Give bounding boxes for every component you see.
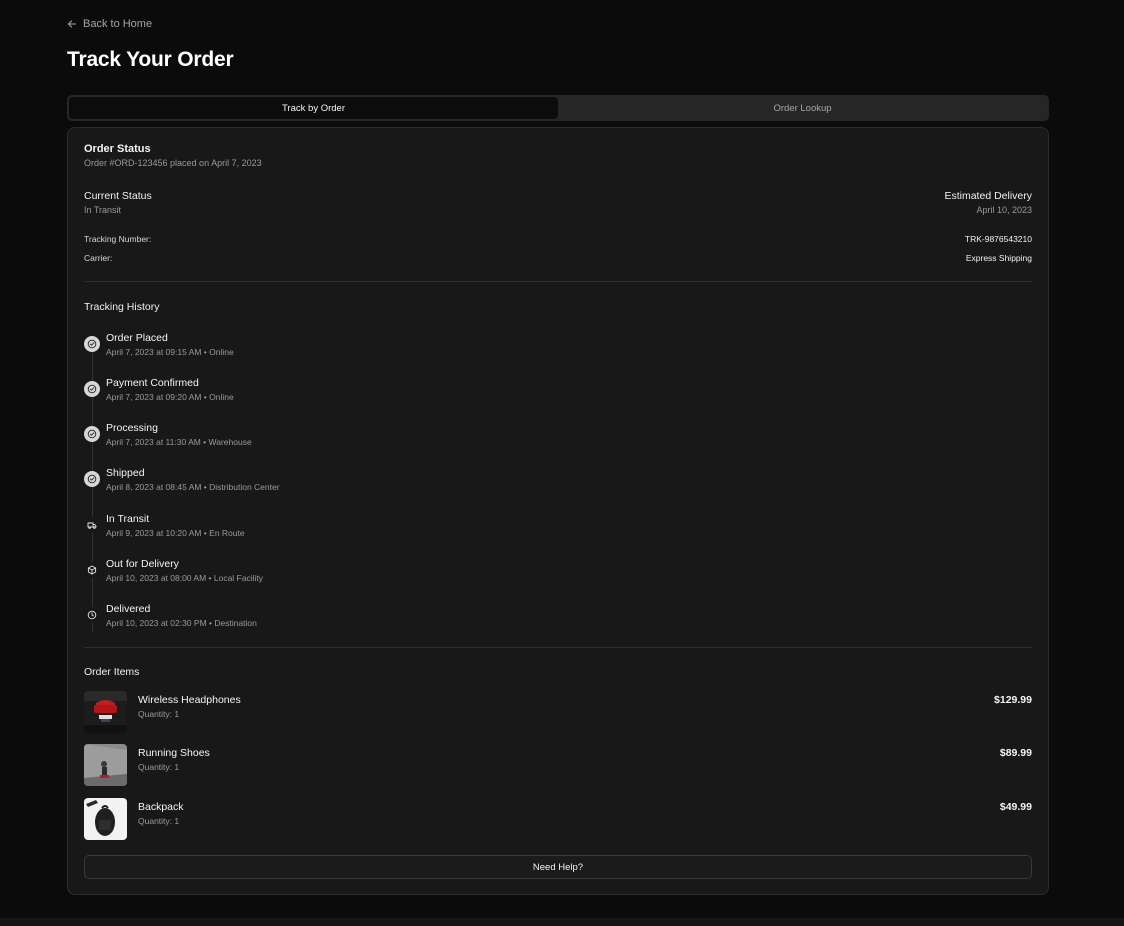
event-meta: April 7, 2023 at 09:20 AM • Online xyxy=(106,392,234,402)
estimated-delivery-label: Estimated Delivery xyxy=(944,190,1032,202)
back-link-label: Back to Home xyxy=(83,18,153,30)
timeline-event: Shipped April 8, 2023 at 08:45 AM • Dist… xyxy=(84,467,584,507)
package-icon xyxy=(84,562,100,578)
check-circle-icon xyxy=(84,426,100,442)
tracking-number-value: TRK-9876543210 xyxy=(964,234,1032,244)
order-summary: Order #ORD-123456 placed on April 7, 202… xyxy=(84,158,262,168)
event-title: Payment Confirmed xyxy=(106,377,199,389)
running-shoes-thumbnail xyxy=(84,744,127,786)
event-title: In Transit xyxy=(106,513,150,525)
page-title: Track Your Order xyxy=(67,48,234,71)
item-name: Wireless Headphones xyxy=(138,694,241,706)
item-price: $89.99 xyxy=(999,747,1032,759)
tracking-number-label: Tracking Number: xyxy=(84,234,152,244)
order-item: Running Shoes Quantity: 1 $89.99 xyxy=(84,744,1032,788)
order-item: Wireless Headphones Quantity: 1 $129.99 xyxy=(84,691,1032,735)
estimated-delivery-value: April 10, 2023 xyxy=(976,205,1032,215)
item-price: $49.99 xyxy=(999,801,1032,813)
item-quantity: Quantity: 1 xyxy=(138,762,180,772)
order-items-heading: Order Items xyxy=(84,666,140,678)
page: Back to Home Track Your Order Track by O… xyxy=(0,0,1124,926)
check-circle-icon xyxy=(84,336,100,352)
event-meta: April 10, 2023 at 02:30 PM • Destination xyxy=(106,618,257,628)
current-status-label: Current Status xyxy=(84,190,152,202)
item-quantity: Quantity: 1 xyxy=(138,709,180,719)
divider xyxy=(84,281,1032,282)
event-title: Order Placed xyxy=(106,332,168,344)
tab-list: Track by Order Order Lookup xyxy=(67,95,1049,121)
timeline-event: In Transit April 9, 2023 at 10:20 AM • E… xyxy=(84,513,584,553)
event-title: Out for Delivery xyxy=(106,558,179,570)
need-help-button[interactable]: Need Help? xyxy=(84,855,1032,879)
event-meta: April 9, 2023 at 10:20 AM • En Route xyxy=(106,528,245,538)
backpack-thumbnail xyxy=(84,798,127,840)
timeline-event: Payment Confirmed April 7, 2023 at 09:20… xyxy=(84,377,584,417)
back-to-home-link[interactable]: Back to Home xyxy=(67,18,152,30)
clock-icon xyxy=(84,607,100,623)
event-title: Processing xyxy=(106,422,158,434)
event-meta: April 7, 2023 at 11:30 AM • Warehouse xyxy=(106,437,252,447)
order-status-heading: Order Status xyxy=(84,143,151,155)
arrow-left-icon xyxy=(67,20,77,28)
timeline-event: Processing April 7, 2023 at 11:30 AM • W… xyxy=(84,422,584,462)
carrier-value: Express Shipping xyxy=(965,253,1032,263)
tab-order-lookup[interactable]: Order Lookup xyxy=(558,97,1047,119)
tab-track-by-order[interactable]: Track by Order xyxy=(69,97,558,119)
order-status-card: Order Status Order #ORD-123456 placed on… xyxy=(67,127,1049,895)
check-circle-icon xyxy=(84,471,100,487)
event-meta: April 10, 2023 at 08:00 AM • Local Facil… xyxy=(106,573,264,583)
event-title: Delivered xyxy=(106,603,151,615)
order-item: Backpack Quantity: 1 $49.99 xyxy=(84,798,1032,842)
timeline-event: Order Placed April 7, 2023 at 09:15 AM •… xyxy=(84,332,584,372)
item-name: Running Shoes xyxy=(138,747,210,759)
timeline-event: Out for Delivery April 10, 2023 at 08:00… xyxy=(84,558,584,598)
event-meta: April 7, 2023 at 09:15 AM • Online xyxy=(106,347,234,357)
event-title: Shipped xyxy=(106,467,145,479)
tracking-history-heading: Tracking History xyxy=(84,301,160,313)
timeline-event: Delivered April 10, 2023 at 02:30 PM • D… xyxy=(84,603,584,643)
current-status-value: In Transit xyxy=(84,205,122,215)
truck-icon xyxy=(84,517,100,533)
check-circle-icon xyxy=(84,381,100,397)
item-quantity: Quantity: 1 xyxy=(138,816,180,826)
carrier-label: Carrier: xyxy=(84,253,113,263)
headphones-thumbnail xyxy=(84,691,127,733)
item-name: Backpack xyxy=(138,801,184,813)
bottom-bar xyxy=(0,918,1124,926)
divider xyxy=(84,647,1032,648)
event-meta: April 8, 2023 at 08:45 AM • Distribution… xyxy=(106,482,280,492)
item-price: $129.99 xyxy=(994,694,1032,706)
